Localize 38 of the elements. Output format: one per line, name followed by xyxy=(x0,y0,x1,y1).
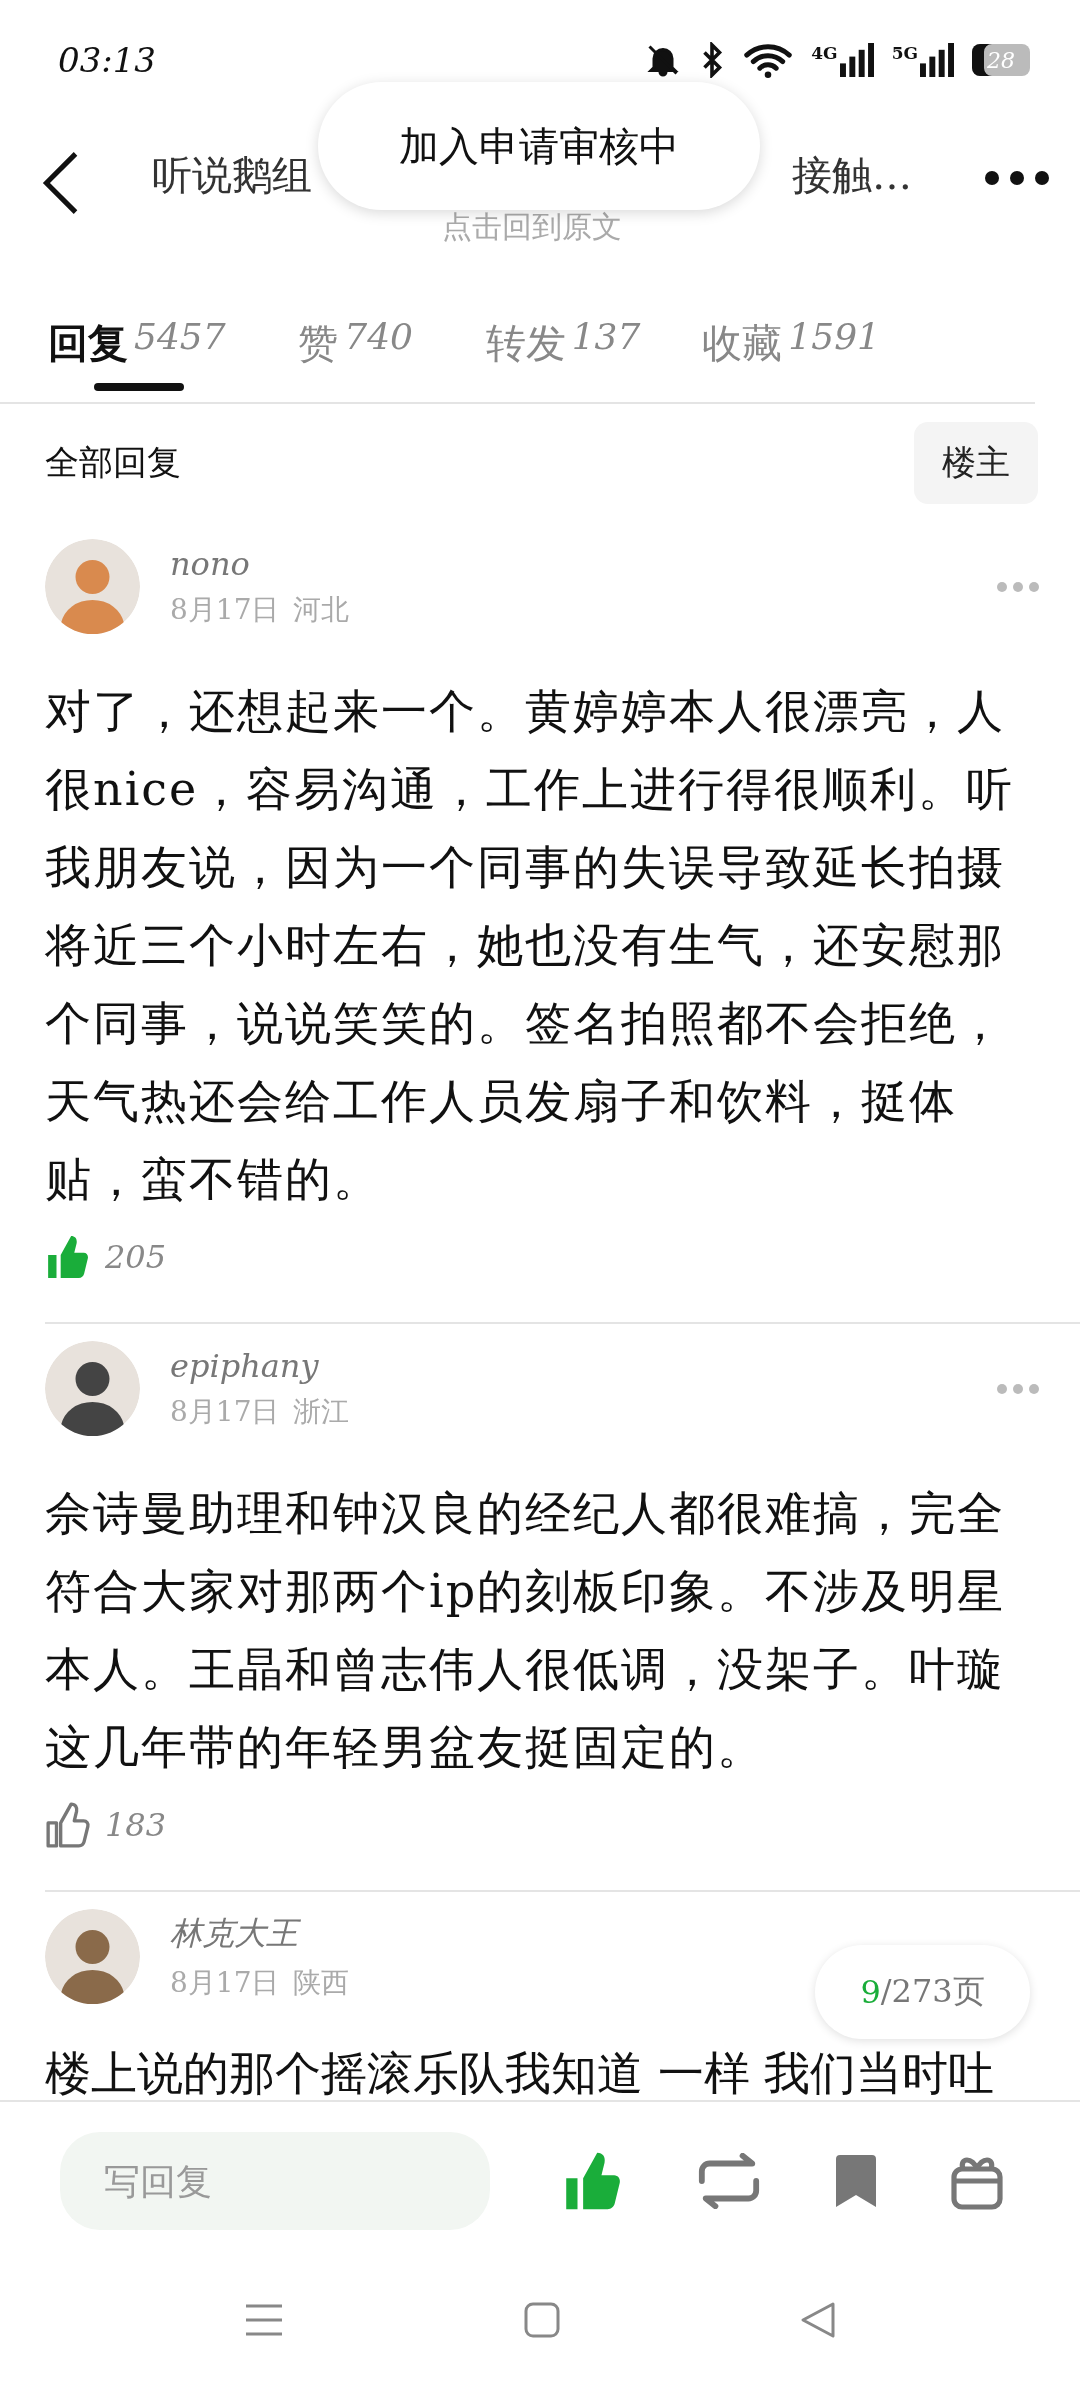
section-label: 全部回复 xyxy=(45,441,181,484)
location: 陕西 xyxy=(293,1964,350,2001)
author-filter-button[interactable]: 楼主 xyxy=(914,422,1038,504)
network-label: 5G xyxy=(891,43,918,63)
reply-field[interactable]: 写回复 xyxy=(60,2132,490,2230)
location: 浙江 xyxy=(293,1393,350,1430)
repost-icon[interactable] xyxy=(696,2153,762,2209)
menu-icon[interactable] xyxy=(244,2303,284,2337)
subtitle-link[interactable]: 点击回到原文 xyxy=(442,207,622,248)
battery-indicator: 28 xyxy=(972,44,1030,76)
username[interactable]: epiphany xyxy=(170,1346,966,1385)
username[interactable]: nono xyxy=(170,544,966,583)
location: 河北 xyxy=(293,591,350,628)
thumbs-up-icon[interactable] xyxy=(45,1802,91,1848)
like-count: 183 xyxy=(105,1806,167,1844)
network-label: 4G xyxy=(811,43,838,63)
avatar[interactable] xyxy=(45,1341,140,1436)
post-date: 8月17日 xyxy=(170,1393,280,1430)
thumbs-up-filled-icon[interactable] xyxy=(45,1234,91,1280)
page-indicator[interactable]: 9/273页 xyxy=(815,1945,1030,2039)
home-icon[interactable] xyxy=(524,2302,560,2338)
more-icon[interactable] xyxy=(984,170,1050,186)
post-date: 8月17日 xyxy=(170,591,280,628)
post-date: 8月17日 xyxy=(170,1964,280,2001)
signal-icon xyxy=(920,43,954,77)
comment-text: 佘诗曼助理和钟汉良的经纪人都很难搞，完全符合大家对那两个ip的刻板印象。不涉及明星本人。王晶和曾志伟人很低调，没架子。叶璇这几年带的年轻男盆友挺固定的。 xyxy=(45,1485,1007,1776)
clock: 03:13 xyxy=(58,40,156,80)
like-count: 205 xyxy=(105,1238,167,1276)
toast-message: 加入申请审核中 xyxy=(318,82,760,210)
avatar[interactable] xyxy=(45,1909,140,2004)
wifi-icon xyxy=(743,42,794,78)
back-icon[interactable] xyxy=(40,150,80,216)
bookmark-icon[interactable] xyxy=(834,2153,878,2209)
comment-text: 楼上说的那个摇滚乐队我知道 一样 我们当时吐 xyxy=(45,2045,996,2100)
comment-text: 对了，还想起来一个。黄婷婷本人很漂亮，人很nice，容易沟通，工作上进行得很顺利。听我朋友说，因为一个同事的失误导致延长拍摄将近三个小时左右，她也没有生气，还安慰那个同事，说说笑笑的。签名拍照都不会拒绝，天气热还会给工作人员发扇子和饮料，挺体贴，蛮不错的。 xyxy=(45,683,1016,1208)
post-title[interactable]: 接触… xyxy=(792,148,912,203)
post-title[interactable]: 听说鹅组 xyxy=(152,148,312,203)
signal-icon xyxy=(839,43,874,77)
